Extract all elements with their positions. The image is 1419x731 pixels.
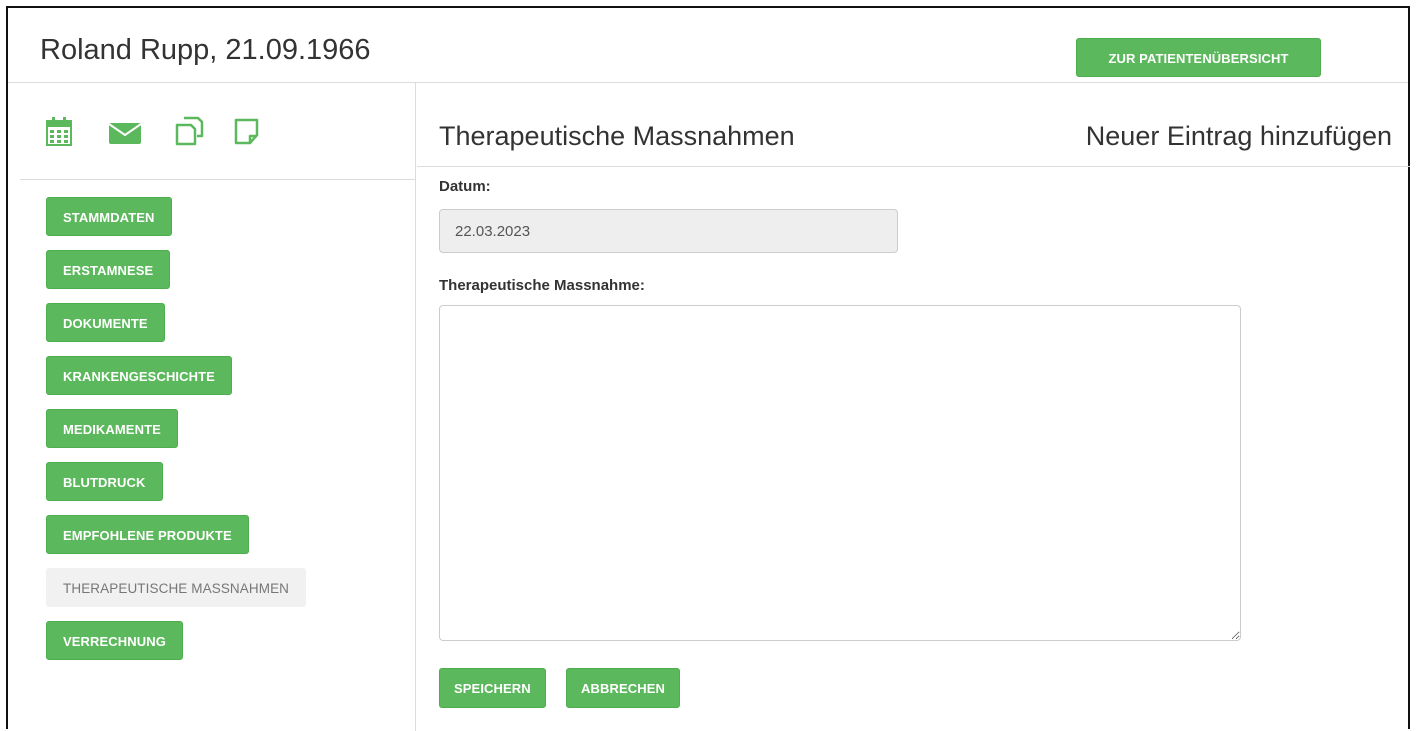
sidebar-item-krankengeschichte[interactable]: KRANKENGESCHICHTE: [46, 356, 232, 395]
calendar-icon[interactable]: [46, 116, 74, 146]
sidebar-item-blutdruck[interactable]: BLUTDRUCK: [46, 462, 163, 501]
date-field[interactable]: [439, 209, 898, 253]
copy-icon[interactable]: [174, 116, 204, 146]
sidebar-divider: [20, 179, 416, 180]
cancel-button[interactable]: ABBRECHEN: [566, 668, 680, 708]
main-divider: [417, 166, 1410, 167]
sidebar-item-therapeutische-massnahmen[interactable]: THERAPEUTISCHE MASSNAHMEN: [46, 568, 307, 607]
patient-overview-button[interactable]: ZUR PATIENTENÜBERSICHT: [1076, 38, 1321, 77]
sidebar-item-empfohlene-produkte[interactable]: EMPFOHLENE PRODUKTE: [46, 515, 249, 554]
sidebar-item-erstamnese[interactable]: ERSTAMNESE: [46, 250, 171, 289]
main-content: Therapeutische Massnahmen Neuer Eintrag …: [417, 83, 1410, 731]
envelope-icon[interactable]: [108, 116, 142, 146]
sidebar-item-stammdaten[interactable]: STAMMDATEN: [46, 197, 172, 236]
measure-textarea[interactable]: [439, 305, 1241, 641]
measure-label: Therapeutische Massnahme:: [439, 277, 645, 294]
sidebar-item-verrechnung[interactable]: VERRECHNUNG: [46, 621, 183, 660]
save-button[interactable]: SPEICHERN: [439, 668, 546, 708]
sidebar-item-medikamente[interactable]: MEDIKAMENTE: [46, 409, 178, 448]
page-title: Therapeutische Massnahmen: [439, 121, 795, 151]
sidebar-item-dokumente[interactable]: DOKUMENTE: [46, 303, 165, 342]
sidebar: STAMMDATEN ERSTAMNESE DOKUMENTE KRANKENG…: [8, 83, 416, 731]
new-entry-title: Neuer Eintrag hinzufügen: [1085, 121, 1392, 151]
header: Roland Rupp, 21.09.1966 ZUR PATIENTENÜBE…: [8, 8, 1408, 83]
patient-name: Roland Rupp, 21.09.1966: [40, 34, 371, 66]
note-icon[interactable]: [233, 116, 261, 146]
date-label: Datum:: [439, 178, 491, 195]
app-frame: Roland Rupp, 21.09.1966 ZUR PATIENTENÜBE…: [6, 6, 1410, 731]
sidebar-icon-row: [46, 116, 266, 148]
